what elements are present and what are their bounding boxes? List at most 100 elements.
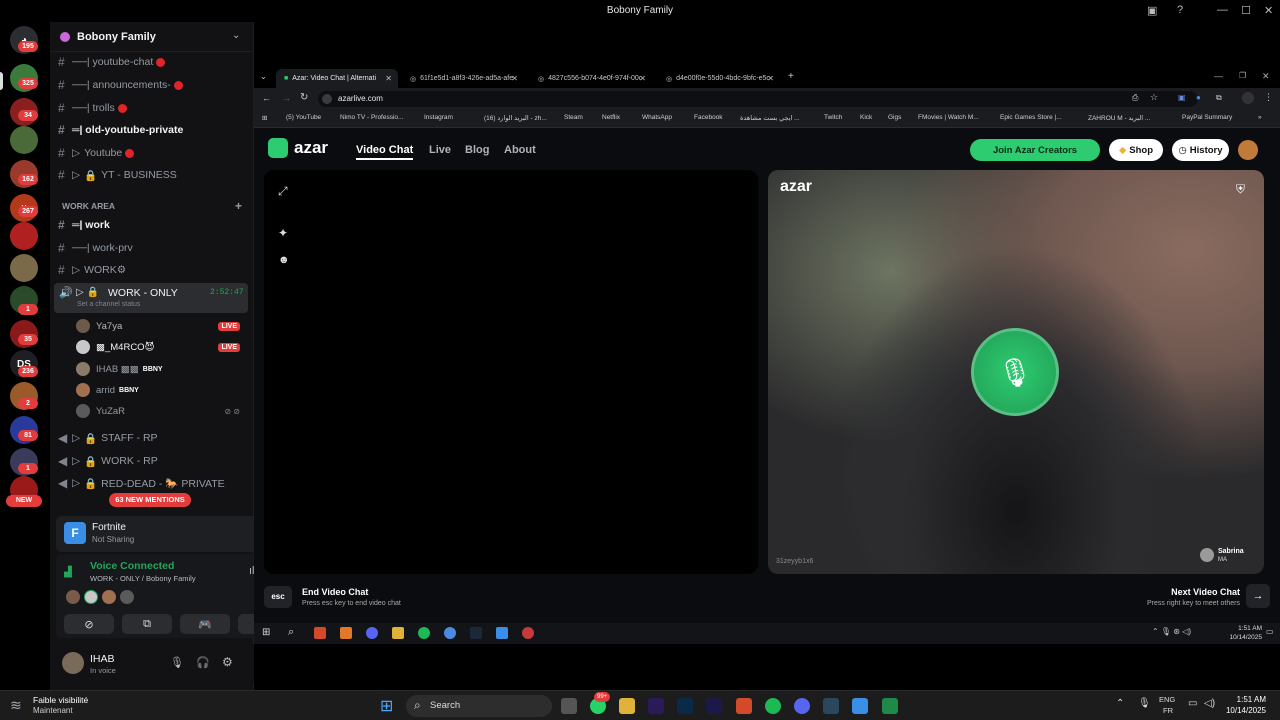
history-button[interactable]: ◷ History — [1172, 139, 1229, 161]
premiere-icon[interactable] — [648, 698, 664, 714]
app-icon[interactable] — [340, 627, 352, 639]
bookmark-item[interactable]: Twitch — [824, 114, 842, 121]
voice-status-sub[interactable]: WORK - ONLY / Bobony Family — [90, 574, 196, 583]
help-icon[interactable]: ? — [1177, 4, 1183, 16]
tab-azar[interactable]: ■ Azar: Video Chat | Alternati ✕ — [276, 69, 398, 88]
maximize-button[interactable]: ☐ — [1241, 4, 1251, 17]
close-tab-icon[interactable]: ✕ — [767, 74, 774, 83]
bookmark-item[interactable]: Netflix — [602, 114, 620, 121]
bookmark-item[interactable]: Epic Games Store |... — [1000, 114, 1062, 121]
close-window-button[interactable]: ✕ — [1262, 71, 1270, 82]
tab[interactable]: ◎ 4827c556-b074-4e0f-974f-00c ✕ — [530, 69, 652, 88]
notification-icon[interactable]: ▭ — [1266, 627, 1274, 636]
forward-icon[interactable]: → — [282, 93, 291, 103]
install-icon[interactable]: ⎙ — [1132, 93, 1138, 103]
bookmark-item[interactable]: ايجي بست مشاهدة ... — [740, 114, 800, 122]
bookmark-item[interactable]: (16) البريد الوارد - zh... — [484, 114, 547, 122]
extension-icon[interactable]: ● — [1196, 93, 1201, 102]
channel-item[interactable]: # ──| work-prv — [58, 238, 248, 258]
app-icon[interactable] — [882, 698, 898, 714]
volume-icon[interactable]: ◁) — [1204, 698, 1215, 709]
channel-status[interactable]: Set a channel status — [77, 301, 140, 308]
bookmark-item[interactable]: FMovies | Watch M... — [918, 114, 979, 121]
tab-search-icon[interactable]: ⌄ — [260, 72, 267, 81]
nav-blog[interactable]: Blog — [465, 144, 489, 156]
steam-icon[interactable] — [823, 698, 839, 714]
after-effects-icon[interactable] — [706, 698, 722, 714]
tab[interactable]: ◎ d4e00f0e-55d0-4bdc-9bfc-e5c ✕ — [658, 69, 780, 88]
brave-icon[interactable] — [736, 698, 752, 714]
channel-item[interactable]: # ──| trolls — [58, 98, 248, 118]
apps-icon[interactable]: ⊞ — [262, 114, 267, 122]
channel-item[interactable]: # ▷ Youtube — [58, 143, 248, 163]
esc-key[interactable]: esc — [264, 586, 292, 608]
nav-video-chat[interactable]: Video Chat — [356, 144, 414, 160]
server-icon[interactable] — [10, 254, 38, 282]
weather-title[interactable]: Faible visibilité — [33, 695, 88, 705]
search-icon[interactable]: ⌕ — [288, 626, 294, 639]
bookmark-item[interactable]: (5) YouTube — [286, 114, 321, 121]
next-chat-title[interactable]: Next Video Chat — [1154, 587, 1240, 597]
start-icon[interactable]: ⊞ — [262, 627, 270, 638]
close-tab-icon[interactable]: ✕ — [511, 74, 518, 83]
bookmark-item[interactable]: Facebook — [694, 114, 723, 121]
camera-off-button[interactable]: ⊘ — [64, 614, 114, 634]
avatar[interactable] — [62, 652, 84, 674]
clock-time[interactable]: 1:51 AM — [1218, 695, 1266, 704]
more-bookmarks-icon[interactable]: » — [1258, 114, 1262, 121]
windows-start-icon[interactable]: ⊞ — [380, 696, 393, 716]
bookmark-item[interactable]: Gigs — [888, 114, 901, 121]
network-icon[interactable]: ▭ — [1188, 698, 1197, 709]
report-shield-icon[interactable]: ⛨ — [1236, 182, 1245, 197]
channel-item[interactable]: # ──| youtube-chat — [58, 52, 248, 72]
gear-icon[interactable]: ⚙ — [222, 655, 233, 669]
shop-button[interactable]: ◆ Shop — [1109, 139, 1163, 161]
channel-item[interactable]: # ──| announcements- — [58, 75, 248, 95]
add-channel-icon[interactable]: + — [235, 199, 242, 213]
spotify-icon[interactable] — [765, 698, 781, 714]
reload-icon[interactable]: ↻ — [300, 92, 308, 103]
share-screen-button[interactable]: ⧉ — [122, 614, 172, 634]
expand-icon[interactable]: ⤢ — [278, 184, 288, 199]
close-button[interactable]: ✕ — [1264, 4, 1273, 17]
extension-icon[interactable]: ▣ — [1178, 93, 1186, 102]
bookmark-item[interactable]: ZAHROU M - البريد ... — [1088, 114, 1150, 122]
next-arrow-button[interactable]: → — [1246, 584, 1270, 608]
voice-user[interactable]: Ya7ya LIVE — [76, 317, 246, 335]
azar-logo-text[interactable]: azar — [294, 138, 328, 158]
site-info-icon[interactable] — [322, 94, 332, 104]
chevron-up-icon[interactable]: ⌃ — [1116, 698, 1124, 709]
steam-icon[interactable] — [470, 627, 482, 639]
filter-icon[interactable]: ☻ — [278, 254, 290, 266]
minimize-button[interactable]: — — [1214, 71, 1223, 81]
chrome-icon[interactable] — [444, 627, 456, 639]
voice-user[interactable]: YuZaR ⊘ ⊘ — [76, 402, 246, 420]
back-icon[interactable]: ← — [262, 93, 271, 103]
bookmark-item[interactable]: Steam — [564, 114, 583, 121]
weather-icon[interactable]: ≋ — [10, 697, 22, 714]
new-mentions-pill[interactable]: 63 NEW MENTIONS — [109, 493, 191, 507]
new-tab-button[interactable]: + — [788, 71, 794, 82]
bookmark-item[interactable]: WhatsApp — [642, 114, 672, 121]
nav-about[interactable]: About — [504, 144, 536, 156]
voice-user[interactable]: ▩_M4RCO😈 LIVE — [76, 338, 246, 356]
taskbar-search[interactable]: ⌕ Search — [406, 695, 552, 717]
end-chat-title[interactable]: End Video Chat — [302, 587, 368, 597]
tab[interactable]: ◎ 61f1e5d1-a8f3-426e-ad5a-afe ✕ — [402, 69, 524, 88]
voice-user[interactable]: arrid BBNY — [76, 381, 246, 399]
headphones-icon[interactable]: 🎧 — [196, 656, 210, 669]
microphone-icon[interactable]: 🎙 — [1138, 698, 1151, 709]
language-en[interactable]: ENG — [1159, 695, 1175, 704]
maximize-button[interactable]: ❐ — [1239, 71, 1246, 80]
microphone-button[interactable]: 🎙 — [971, 328, 1059, 416]
new-pill[interactable]: NEW — [6, 495, 42, 507]
bookmark-item[interactable]: PayPal Summary — [1182, 114, 1232, 121]
close-tab-icon[interactable]: ✕ — [385, 74, 392, 83]
fortnite-icon[interactable] — [496, 627, 508, 639]
brave-icon[interactable] — [314, 627, 326, 639]
inbox-icon[interactable]: ▣ — [1147, 4, 1157, 17]
voice-channel-active[interactable]: 🔊 ▷ 🔒 WORK - ONLY 2:52:47 Set a channel … — [54, 283, 248, 313]
photoshop-icon[interactable] — [677, 698, 693, 714]
app-icon[interactable] — [522, 627, 534, 639]
effects-icon[interactable]: ✦ — [278, 226, 288, 240]
